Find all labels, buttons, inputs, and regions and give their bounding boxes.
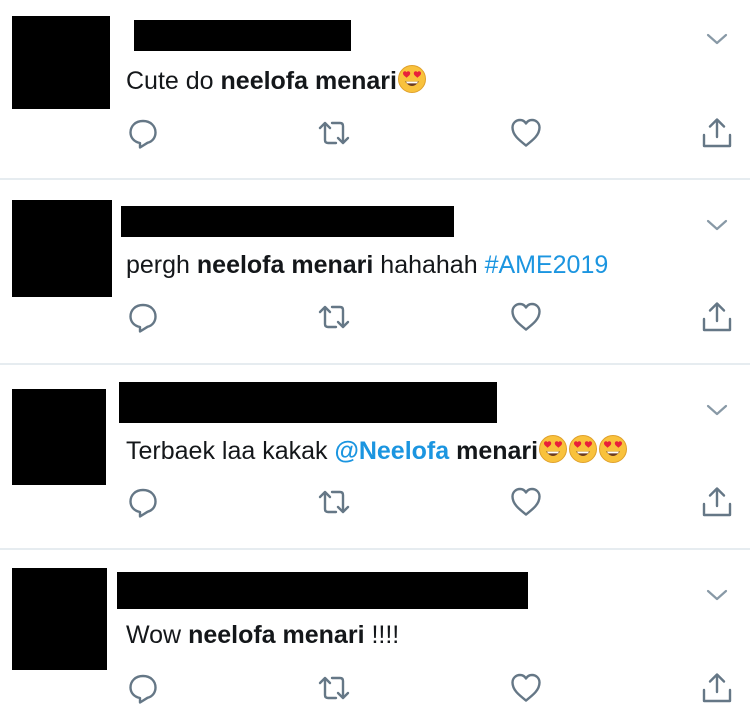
text-span: hahahah (373, 251, 485, 279)
text-span: Cute do (126, 67, 221, 95)
text-span: Wow (126, 621, 189, 649)
heart-icon[interactable] (509, 116, 543, 150)
tweet-actions (126, 300, 736, 334)
heart-eyes-emoji (397, 64, 427, 94)
redacted-username (121, 206, 454, 237)
tweet[interactable]: Cute do neelofa menari (0, 0, 750, 180)
tweet[interactable]: pergh neelofa menari hahahah #AME2019 (0, 180, 750, 365)
avatar[interactable] (12, 200, 112, 297)
chevron-down-icon[interactable] (706, 403, 728, 417)
tweet-text: Wow neelofa menari !!!! (126, 620, 399, 650)
text-span: neelofa menari (188, 621, 365, 649)
heart-icon[interactable] (509, 485, 543, 519)
tweet[interactable]: Terbaek laa kakak @Neelofa menari (0, 365, 750, 550)
tweet-text: Cute do neelofa menari (126, 64, 427, 96)
heart-icon[interactable] (509, 300, 543, 334)
hashtag-link[interactable]: #AME2019 (485, 251, 609, 279)
share-icon[interactable] (700, 485, 734, 519)
mention-link[interactable]: @Neelofa (334, 437, 449, 465)
retweet-icon[interactable] (317, 300, 351, 334)
tweet-text: Terbaek laa kakak @Neelofa menari (126, 434, 628, 466)
retweet-icon[interactable] (317, 671, 351, 705)
chevron-down-icon[interactable] (706, 218, 728, 232)
tweet-actions (126, 116, 736, 150)
redacted-username (117, 572, 528, 609)
tweet-actions (126, 485, 736, 519)
heart-icon[interactable] (509, 671, 543, 705)
reply-icon[interactable] (126, 116, 160, 150)
text-span: !!!! (364, 621, 400, 649)
tweet-actions (126, 671, 736, 705)
heart-eyes-emoji (538, 434, 568, 464)
tweet-text: pergh neelofa menari hahahah #AME2019 (126, 250, 608, 280)
redacted-username (119, 382, 497, 423)
reply-icon[interactable] (126, 485, 160, 519)
text-span: menari (449, 437, 539, 465)
heart-eyes-emoji (568, 434, 598, 464)
retweet-icon[interactable] (317, 116, 351, 150)
text-span: neelofa menari (220, 67, 397, 95)
tweet[interactable]: Wow neelofa menari !!!! (0, 550, 750, 723)
chevron-down-icon[interactable] (706, 32, 728, 46)
text-span: neelofa menari (196, 251, 374, 279)
avatar[interactable] (12, 389, 106, 485)
share-icon[interactable] (700, 116, 734, 150)
reply-icon[interactable] (126, 300, 160, 334)
retweet-icon[interactable] (317, 485, 351, 519)
text-span: Terbaek laa kakak (126, 437, 335, 465)
heart-eyes-emoji (598, 434, 628, 464)
share-icon[interactable] (700, 671, 734, 705)
share-icon[interactable] (700, 300, 734, 334)
chevron-down-icon[interactable] (706, 588, 728, 602)
reply-icon[interactable] (126, 671, 160, 705)
redacted-username (134, 20, 351, 51)
text-span: pergh (126, 251, 197, 279)
avatar[interactable] (12, 568, 107, 670)
avatar[interactable] (12, 16, 110, 109)
